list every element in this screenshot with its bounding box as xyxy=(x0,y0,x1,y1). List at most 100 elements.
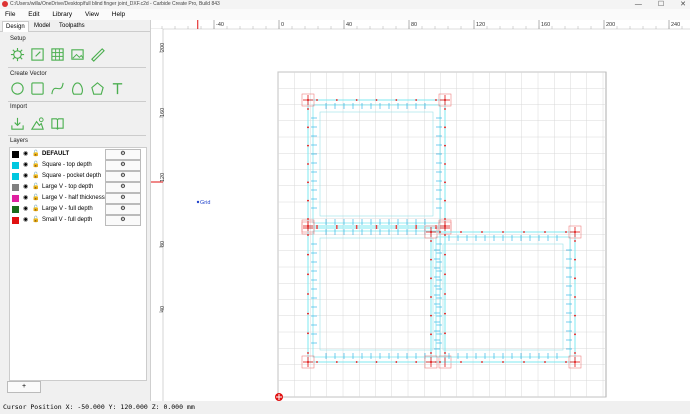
edge-dot xyxy=(335,225,338,227)
circle-icon[interactable] xyxy=(10,81,25,96)
lock-icon[interactable]: 🔓 xyxy=(32,182,39,192)
lock-icon[interactable]: 🔓 xyxy=(32,215,39,225)
lock-icon[interactable]: 🔓 xyxy=(32,171,39,181)
gear-icon: ⚙ xyxy=(120,206,126,212)
edge-dot xyxy=(444,273,446,276)
gear-icon: ⚙ xyxy=(120,195,126,201)
maximize-button[interactable]: ☐ xyxy=(658,0,664,9)
tab-toolpaths[interactable]: Toolpaths xyxy=(56,21,88,31)
edge-dot xyxy=(307,126,309,129)
lock-icon[interactable]: 🔓 xyxy=(32,204,39,214)
layer-color-swatch[interactable] xyxy=(12,162,19,169)
edge-dot xyxy=(430,296,432,298)
layer-color-swatch[interactable] xyxy=(12,206,19,213)
design-canvas[interactable]: -40 0 40 80 120 160 200 240 200 160 120 80 40 Grid xyxy=(151,20,690,401)
tab-model[interactable]: Model xyxy=(31,21,53,31)
edge-dot xyxy=(481,361,483,363)
eye-icon[interactable]: ◉ xyxy=(23,204,28,214)
layer-settings-button[interactable]: ⚙ xyxy=(105,149,141,160)
app-icon xyxy=(2,1,8,7)
ruler-tick-label: 240 xyxy=(671,22,680,28)
polygon-icon[interactable] xyxy=(90,81,105,96)
eye-icon[interactable]: ◉ xyxy=(23,193,28,203)
library-book-icon[interactable] xyxy=(50,116,65,131)
edge-dot xyxy=(444,332,446,335)
layer-color-swatch[interactable] xyxy=(12,173,19,180)
ruler-tick-label: 160 xyxy=(541,22,550,28)
eye-icon[interactable]: ◉ xyxy=(23,149,28,159)
edge-dot xyxy=(395,227,398,229)
eye-icon[interactable]: ◉ xyxy=(23,160,28,170)
layer-color-swatch[interactable] xyxy=(12,217,19,224)
edge-dot xyxy=(307,108,309,110)
layer-row[interactable]: ◉ 🔓 Small V - full depth ⚙ xyxy=(11,215,145,226)
layer-row[interactable]: ◉ 🔓 Large V - top depth ⚙ xyxy=(11,182,145,193)
edge-dot xyxy=(444,293,446,295)
edge-dot xyxy=(335,361,338,363)
edge-dot xyxy=(444,218,446,220)
ruler-tick-label: 120 xyxy=(160,173,166,182)
layer-name: Small V - full depth xyxy=(42,217,93,223)
curve-icon[interactable] xyxy=(50,81,65,96)
edge-dot xyxy=(574,296,576,298)
edge-dot xyxy=(307,293,309,295)
menu-edit[interactable]: Edit xyxy=(28,11,39,18)
layer-settings-button[interactable]: ⚙ xyxy=(105,182,141,193)
edge-dot xyxy=(444,312,446,315)
layer-color-swatch[interactable] xyxy=(12,151,19,158)
layer-settings-button[interactable]: ⚙ xyxy=(105,193,141,204)
add-layer-button[interactable]: + xyxy=(7,381,41,393)
rectangle-icon[interactable] xyxy=(30,81,45,96)
edge-dot xyxy=(355,361,358,363)
menu-view[interactable]: View xyxy=(85,11,99,18)
edge-dot xyxy=(307,253,309,256)
text-icon[interactable] xyxy=(110,81,125,96)
edge-dot xyxy=(355,99,358,101)
layer-settings-button[interactable]: ⚙ xyxy=(105,215,141,226)
edge-dot xyxy=(523,361,525,363)
measure-icon[interactable] xyxy=(90,47,105,62)
edge-dot xyxy=(307,332,309,335)
grid-icon[interactable] xyxy=(50,47,65,62)
layer-name: Large V - half thickness xyxy=(42,195,105,201)
image-icon[interactable] xyxy=(70,47,85,62)
job-setup-icon[interactable] xyxy=(10,47,25,62)
edit-note-icon[interactable] xyxy=(30,47,45,62)
edge-dot xyxy=(307,144,309,147)
layer-row[interactable]: ◉ 🔓 Large V - half thickness ⚙ xyxy=(11,193,145,204)
lock-icon[interactable]: 🔓 xyxy=(32,193,39,203)
close-button[interactable]: ✕ xyxy=(680,0,686,9)
canvas-drawing[interactable]: -40 0 40 80 120 160 200 240 200 160 120 80 40 Grid xyxy=(151,20,690,401)
lock-icon[interactable]: 🔓 xyxy=(32,160,39,170)
menu-library[interactable]: Library xyxy=(52,11,72,18)
menu-help[interactable]: Help xyxy=(112,11,125,18)
gear-icon: ⚙ xyxy=(120,184,126,190)
import-vector-icon[interactable] xyxy=(10,116,25,131)
layer-row[interactable]: ◉ 🔓 Square - pocket depth ⚙ xyxy=(11,171,145,182)
corner-dot xyxy=(307,99,309,101)
tab-design[interactable]: Design xyxy=(2,21,29,32)
layer-color-swatch[interactable] xyxy=(12,184,19,191)
edge-dot xyxy=(316,99,318,101)
layer-row[interactable]: ◉ 🔓 Large V - full depth ⚙ xyxy=(11,204,145,215)
eye-icon[interactable]: ◉ xyxy=(23,182,28,192)
lock-icon[interactable]: 🔓 xyxy=(32,149,39,159)
layer-settings-button[interactable]: ⚙ xyxy=(105,204,141,215)
eye-icon[interactable]: ◉ xyxy=(23,171,28,181)
layer-color-swatch[interactable] xyxy=(12,195,19,202)
menu-file[interactable]: File xyxy=(5,11,15,18)
layer-settings-button[interactable]: ⚙ xyxy=(105,171,141,182)
edge-dot xyxy=(375,225,378,227)
corner-dot xyxy=(307,225,309,227)
layer-settings-button[interactable]: ⚙ xyxy=(105,160,141,171)
layer-row[interactable]: ◉ 🔓 DEFAULT ⚙ xyxy=(11,149,145,160)
shape-icon[interactable] xyxy=(70,81,85,96)
edge-dot xyxy=(316,227,318,229)
layer-row[interactable]: ◉ 🔓 Square - top depth ⚙ xyxy=(11,160,145,171)
title-bar: C:/Users/willa/OneDrive/Desktop/full bli… xyxy=(0,0,690,9)
edge-dot xyxy=(574,314,576,317)
eye-icon[interactable]: ◉ xyxy=(23,215,28,225)
edge-dot xyxy=(444,163,446,165)
minimize-button[interactable]: — xyxy=(635,0,642,9)
import-bitmap-icon[interactable] xyxy=(30,116,45,131)
